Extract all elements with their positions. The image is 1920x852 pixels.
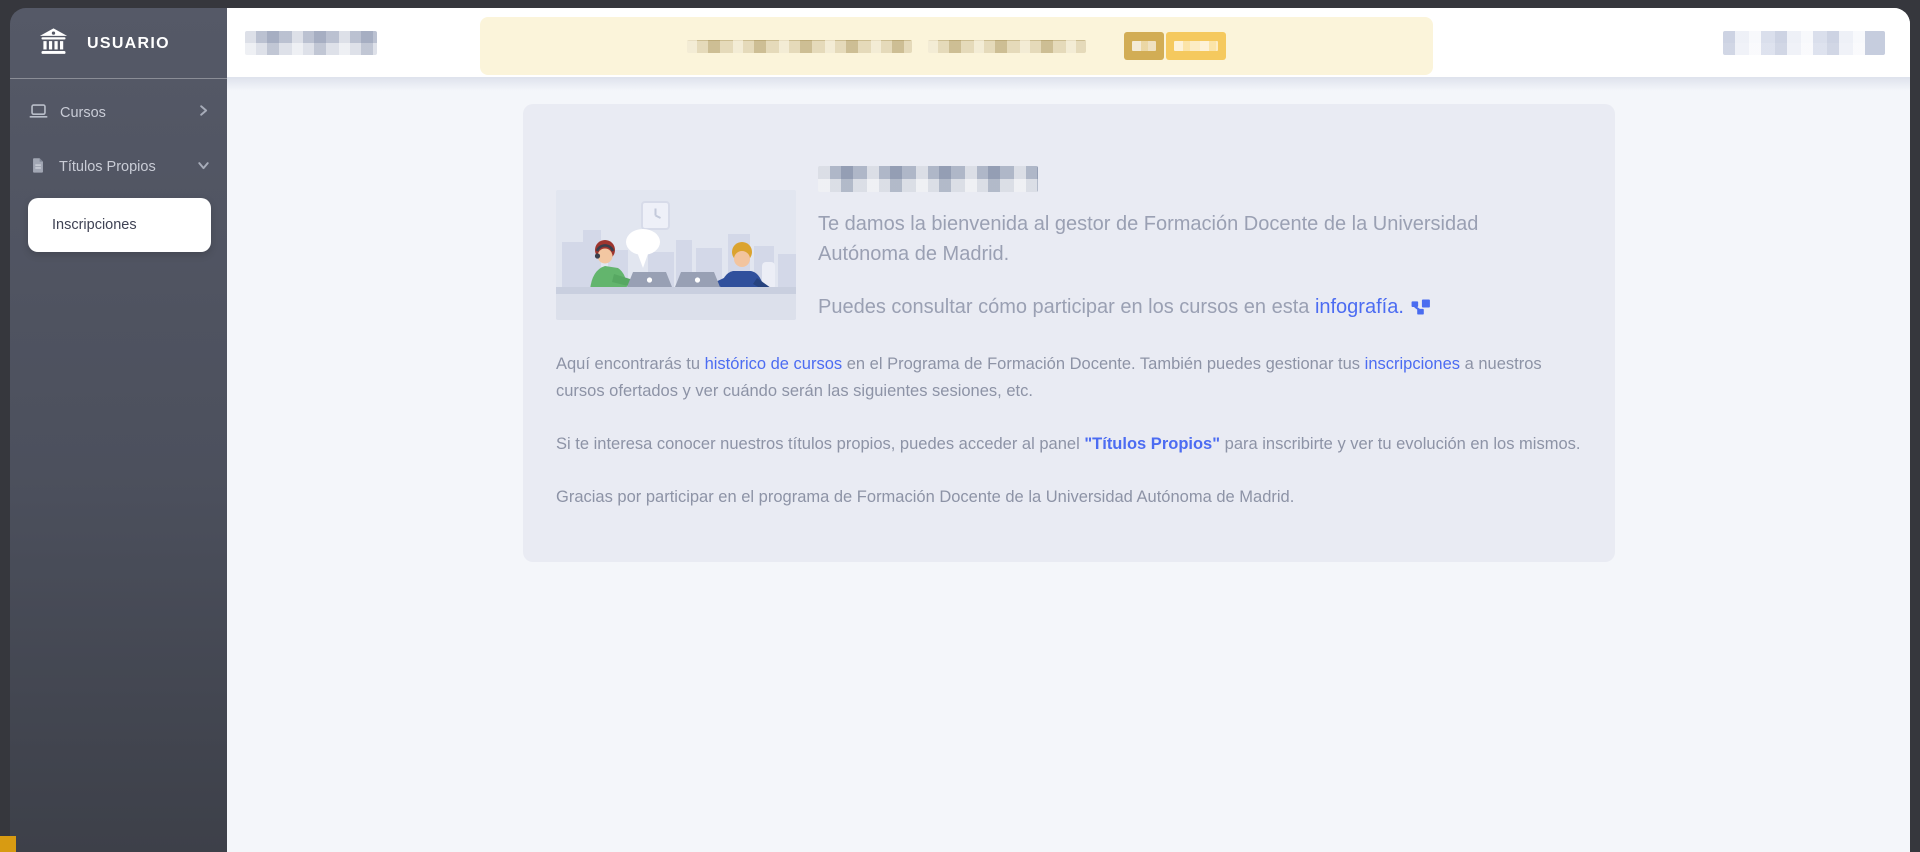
redacted-card-title xyxy=(818,166,1038,192)
welcome-line-1: Te damos la bienvenida al gestor de Form… xyxy=(818,213,1478,265)
bank-building-icon xyxy=(37,25,70,63)
orange-corner-widget[interactable] xyxy=(0,836,16,852)
redacted-banner-text-2 xyxy=(928,40,1086,53)
sidebar-item-label: Títulos Propios xyxy=(59,159,156,175)
welcome-block: Te damos la bienvenida al gestor de Form… xyxy=(818,166,1508,347)
document-icon xyxy=(29,156,47,178)
paragraph-historico: Aquí encontrarás tu histórico de cursos … xyxy=(556,351,1594,405)
welcome-card: Te damos la bienvenida al gestor de Form… xyxy=(523,104,1615,562)
text-segment: para inscribirte y ver tu evolución en l… xyxy=(1220,435,1580,453)
chevron-down-icon xyxy=(196,158,211,177)
redacted-banner-text-1 xyxy=(687,40,912,53)
sidebar-nav: Cursos Títulos Propios xyxy=(10,79,227,252)
redacted-button-label xyxy=(1174,41,1218,51)
infografia-link[interactable]: infografía. xyxy=(1315,296,1404,318)
sidebar-item-cursos[interactable]: Cursos xyxy=(10,85,227,140)
sidebar-brand: USUARIO xyxy=(10,8,227,78)
card-body-copy: Aquí encontrarás tu histórico de cursos … xyxy=(556,351,1594,537)
banner-button-secondary[interactable] xyxy=(1166,32,1226,60)
notification-banner xyxy=(480,17,1433,75)
text-segment: Si te interesa conocer nuestros títulos … xyxy=(556,435,1084,453)
page-content: Te damos la bienvenida al gestor de Form… xyxy=(227,77,1910,852)
banner-buttons xyxy=(1124,32,1226,60)
laptop-icon xyxy=(29,101,48,124)
historico-de-cursos-link[interactable]: histórico de cursos xyxy=(705,355,843,373)
brand-label: USUARIO xyxy=(87,35,170,53)
user-menu-chevron-icon xyxy=(1865,31,1885,55)
redacted-button-label xyxy=(1132,41,1156,51)
inscripciones-link[interactable]: inscripciones xyxy=(1365,355,1460,373)
welcome-text: Te damos la bienvenida al gestor de Form… xyxy=(818,209,1508,269)
app-frame: USUARIO Cursos xyxy=(10,8,1910,852)
titulos-propios-link[interactable]: "Títulos Propios" xyxy=(1084,435,1220,453)
sidebar-item-titulos-propios[interactable]: Títulos Propios xyxy=(10,140,227,194)
text-segment: Aquí encontrarás tu xyxy=(556,355,705,373)
sidebar-item-label: Cursos xyxy=(60,105,106,121)
text-segment: Gracias por participar en el programa de… xyxy=(556,488,1294,506)
sidebar-subitem-label: Inscripciones xyxy=(52,217,137,233)
redacted-user-menu[interactable] xyxy=(1723,31,1885,55)
redacted-header-logo xyxy=(245,31,377,55)
paragraph-gracias: Gracias por participar en el programa de… xyxy=(556,484,1594,511)
redacted-user-name xyxy=(1723,31,1865,55)
banner-button-primary[interactable] xyxy=(1124,32,1164,60)
top-header xyxy=(227,8,1910,77)
sidebar-subitem-inscripciones[interactable]: Inscripciones xyxy=(28,198,211,252)
sidebar: USUARIO Cursos xyxy=(10,8,227,852)
chevron-right-icon xyxy=(196,103,211,122)
office-illustration xyxy=(556,190,796,320)
infografia-line: Puedes consultar cómo participar en los … xyxy=(818,292,1508,324)
paragraph-titulos: Si te interesa conocer nuestros títulos … xyxy=(556,431,1594,458)
main-column: Te damos la bienvenida al gestor de Form… xyxy=(227,8,1910,852)
sitemap-icon[interactable] xyxy=(1411,294,1430,324)
infografia-text: Puedes consultar cómo participar en los … xyxy=(818,296,1315,318)
text-segment: en el Programa de Formación Docente. Tam… xyxy=(842,355,1365,373)
